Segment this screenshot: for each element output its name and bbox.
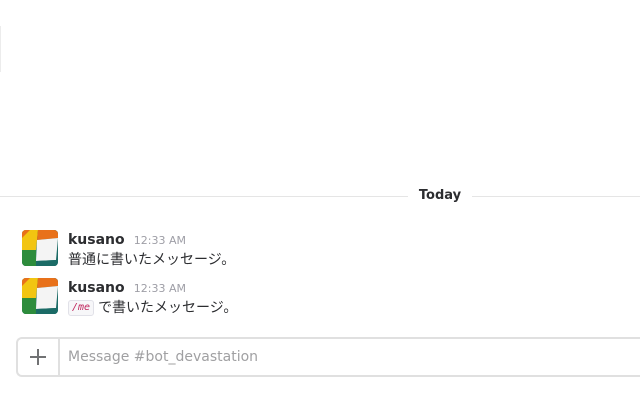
- message-text: 普通に書いたメッセージ。: [68, 252, 236, 268]
- author-name[interactable]: kusano: [68, 232, 125, 248]
- message-header: kusano 12:33 AM: [68, 278, 186, 296]
- attach-button[interactable]: [18, 339, 60, 375]
- avatar-image: [22, 230, 58, 266]
- message-item[interactable]: kusano 12:33 AM 普通に書いたメッセージ。: [0, 228, 640, 272]
- day-divider: Today: [0, 186, 640, 206]
- message-header: kusano 12:33 AM: [68, 230, 186, 248]
- message-text-line: /me で書いたメッセージ。: [68, 298, 237, 318]
- message-input[interactable]: [68, 339, 628, 375]
- avatar[interactable]: [22, 230, 58, 266]
- avatar[interactable]: [22, 278, 58, 314]
- message-text: で書いたメッセージ。: [98, 300, 238, 316]
- message-timestamp[interactable]: 12:33 AM: [134, 282, 186, 295]
- day-divider-rule: [0, 196, 640, 197]
- message-timestamp[interactable]: 12:33 AM: [134, 234, 186, 247]
- plus-icon: [30, 349, 46, 365]
- author-name[interactable]: kusano: [68, 280, 125, 296]
- scroll-edge-divider: [0, 26, 1, 72]
- avatar-image: [22, 278, 58, 314]
- day-divider-label[interactable]: Today: [408, 186, 472, 206]
- chat-view: Today kusano 12:33 AM 普通に書いたメッセージ。 kusan…: [0, 0, 640, 400]
- message-composer: [16, 337, 640, 377]
- message-item[interactable]: kusano 12:33 AM /me で書いたメッセージ。: [0, 276, 640, 320]
- inline-code: /me: [68, 300, 95, 316]
